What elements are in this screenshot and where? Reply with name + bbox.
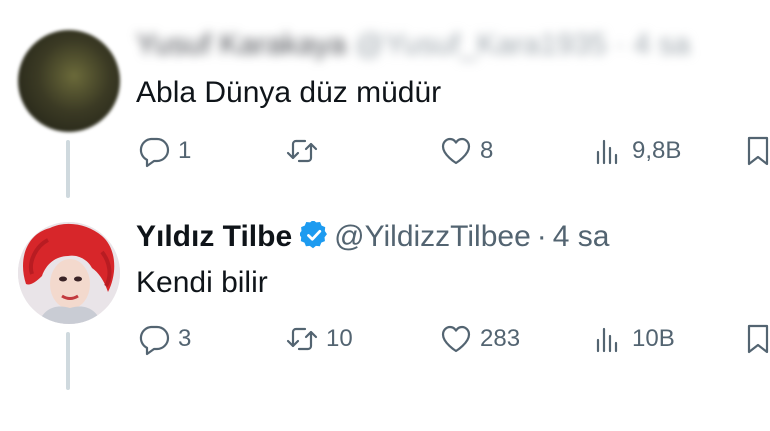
author-name[interactable]: Yusuf Karakaya — [136, 28, 346, 61]
bookmark-icon — [747, 136, 769, 166]
tweet-header: Yusuf Karakaya @Yusuf_Kara1935 · 4 sa — [136, 28, 690, 62]
author-meta[interactable]: @Yusuf_Kara1935 · 4 sa — [354, 28, 690, 61]
tweet-reply[interactable]: Yusuf Karakaya @Yusuf_Kara1935 · 4 sa Ab… — [0, 0, 770, 200]
views-button[interactable]: 10B — [590, 321, 675, 357]
avatar[interactable] — [18, 30, 120, 132]
reply-icon — [139, 325, 170, 356]
reply-button[interactable]: 3 — [136, 321, 191, 357]
tweet-time[interactable]: 4 sa — [553, 220, 610, 253]
like-button[interactable]: 283 — [438, 321, 520, 357]
reply-button[interactable]: 1 — [136, 133, 191, 169]
retweet-icon — [286, 139, 318, 163]
retweet-icon — [286, 327, 318, 351]
view-count: 10B — [632, 325, 675, 352]
thread-line — [66, 332, 70, 390]
tweet-text: Kendi bilir — [136, 266, 268, 299]
retweet-button[interactable] — [284, 133, 326, 169]
views-button[interactable]: 9,8B — [590, 133, 681, 169]
bookmark-button[interactable] — [740, 321, 770, 357]
author-info-blurred: Yusuf Karakaya @Yusuf_Kara1935 · 4 sa — [136, 28, 690, 61]
reply-count: 3 — [178, 325, 192, 352]
avatar-image — [18, 222, 120, 324]
views-icon — [596, 327, 618, 353]
action-bar: 3 10 283 10B — [136, 321, 770, 357]
like-count: 8 — [480, 137, 494, 164]
tweet-reply[interactable]: Yıldız Tilbe @YildizzTilbee · 4 sa Kendi bi… — [0, 200, 770, 431]
author-name[interactable]: Yıldız Tilbe — [136, 220, 292, 253]
meta-separator: · — [536, 220, 547, 253]
like-icon — [441, 137, 471, 165]
bookmark-icon — [747, 324, 769, 354]
retweet-button[interactable]: 10 — [284, 321, 353, 357]
thread-line — [66, 140, 70, 198]
verified-badge-icon — [299, 219, 328, 257]
avatar[interactable] — [18, 222, 120, 324]
like-button[interactable]: 8 — [438, 133, 493, 169]
retweet-count: 10 — [326, 325, 353, 352]
like-count: 283 — [480, 325, 521, 352]
views-icon — [596, 139, 618, 165]
tweet-header: Yıldız Tilbe @YildizzTilbee · 4 sa — [136, 219, 610, 257]
reply-icon — [139, 137, 170, 168]
reply-count: 1 — [178, 137, 192, 164]
view-count: 9,8B — [632, 137, 682, 164]
author-handle[interactable]: @YildizzTilbee — [334, 220, 531, 253]
tweet-text: Abla Dünya düz müdür — [136, 76, 442, 109]
action-bar: 1 8 9,8B — [136, 133, 770, 169]
bookmark-button[interactable] — [740, 133, 770, 169]
like-icon — [441, 325, 471, 353]
